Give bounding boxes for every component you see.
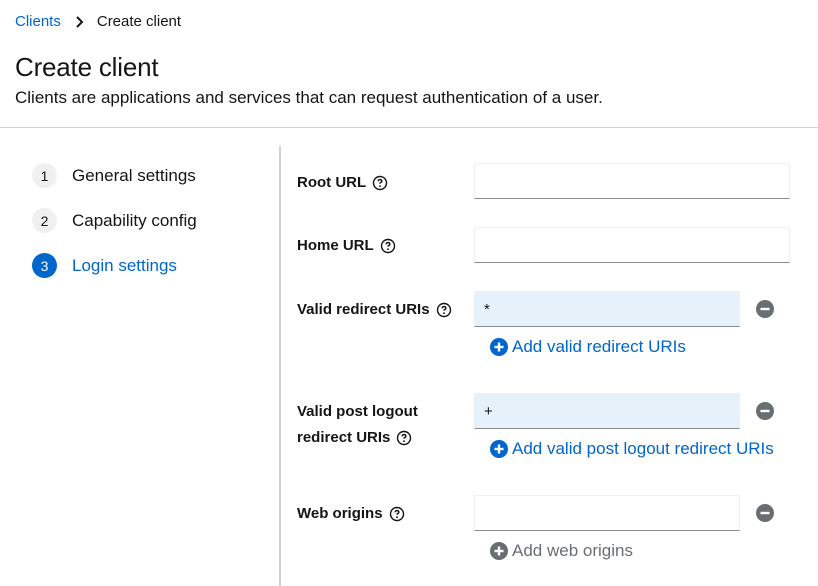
root-url-label: Root URL bbox=[297, 170, 388, 196]
add-valid-post-logout-uris-label: Add valid post logout redirect URIs bbox=[512, 439, 774, 458]
valid-redirect-uris-label-text: Valid redirect URIs bbox=[297, 301, 430, 318]
step-label: Login settings bbox=[72, 255, 177, 275]
step-number: 1 bbox=[32, 163, 57, 188]
wizard-step-login-settings[interactable]: 3 Login settings bbox=[32, 253, 177, 278]
add-valid-post-logout-uris-button[interactable]: Add valid post logout redirect URIs bbox=[490, 439, 774, 459]
step-label: Capability config bbox=[72, 210, 197, 230]
help-icon[interactable] bbox=[389, 506, 405, 522]
step-number: 2 bbox=[32, 208, 57, 233]
root-url-label-text: Root URL bbox=[297, 174, 367, 191]
web-origins-label: Web origins bbox=[297, 501, 405, 527]
breadcrumb: Clients Create client bbox=[15, 13, 181, 30]
root-url-input[interactable] bbox=[474, 163, 790, 199]
page-subtitle: Clients are applications and services th… bbox=[15, 88, 603, 107]
wizard-step-capability-config[interactable]: 2 Capability config bbox=[32, 208, 197, 233]
minus-circle-icon[interactable] bbox=[756, 300, 774, 318]
valid-post-logout-label: Valid post logout redirect URIs bbox=[297, 399, 418, 451]
add-web-origins-label: Add web origins bbox=[512, 541, 633, 560]
header-divider bbox=[0, 127, 818, 128]
add-valid-redirect-uris-label: Add valid redirect URIs bbox=[512, 337, 686, 356]
help-icon[interactable] bbox=[436, 302, 452, 318]
valid-post-logout-label-line2: redirect URIs bbox=[297, 429, 391, 446]
home-url-input[interactable] bbox=[474, 227, 790, 263]
valid-post-logout-uri-input[interactable] bbox=[474, 393, 740, 429]
breadcrumb-current: Create client bbox=[96, 13, 182, 30]
help-icon[interactable] bbox=[380, 238, 396, 254]
plus-circle-icon bbox=[490, 440, 508, 458]
valid-redirect-uri-input[interactable] bbox=[474, 291, 740, 327]
home-url-label-text: Home URL bbox=[297, 237, 374, 254]
help-icon[interactable] bbox=[396, 430, 412, 446]
step-number: 3 bbox=[32, 253, 57, 278]
breadcrumb-clients-link[interactable]: Clients bbox=[15, 13, 61, 30]
valid-redirect-uris-label: Valid redirect URIs bbox=[297, 297, 452, 323]
chevron-right-icon bbox=[76, 15, 84, 28]
page-title: Create client bbox=[15, 52, 159, 82]
minus-circle-icon[interactable] bbox=[756, 504, 774, 522]
web-origins-input[interactable] bbox=[474, 495, 740, 531]
add-valid-redirect-uris-button[interactable]: Add valid redirect URIs bbox=[490, 337, 686, 357]
valid-post-logout-label-line1: Valid post logout bbox=[297, 403, 418, 420]
step-label: General settings bbox=[72, 165, 196, 185]
wizard-nav-divider bbox=[279, 146, 281, 586]
add-web-origins-button[interactable]: Add web origins bbox=[490, 541, 633, 561]
home-url-label: Home URL bbox=[297, 233, 396, 259]
plus-circle-icon bbox=[490, 542, 508, 560]
minus-circle-icon[interactable] bbox=[756, 402, 774, 420]
wizard-step-general-settings[interactable]: 1 General settings bbox=[32, 163, 196, 188]
help-icon[interactable] bbox=[372, 175, 388, 191]
plus-circle-icon bbox=[490, 338, 508, 356]
web-origins-label-text: Web origins bbox=[297, 505, 383, 522]
